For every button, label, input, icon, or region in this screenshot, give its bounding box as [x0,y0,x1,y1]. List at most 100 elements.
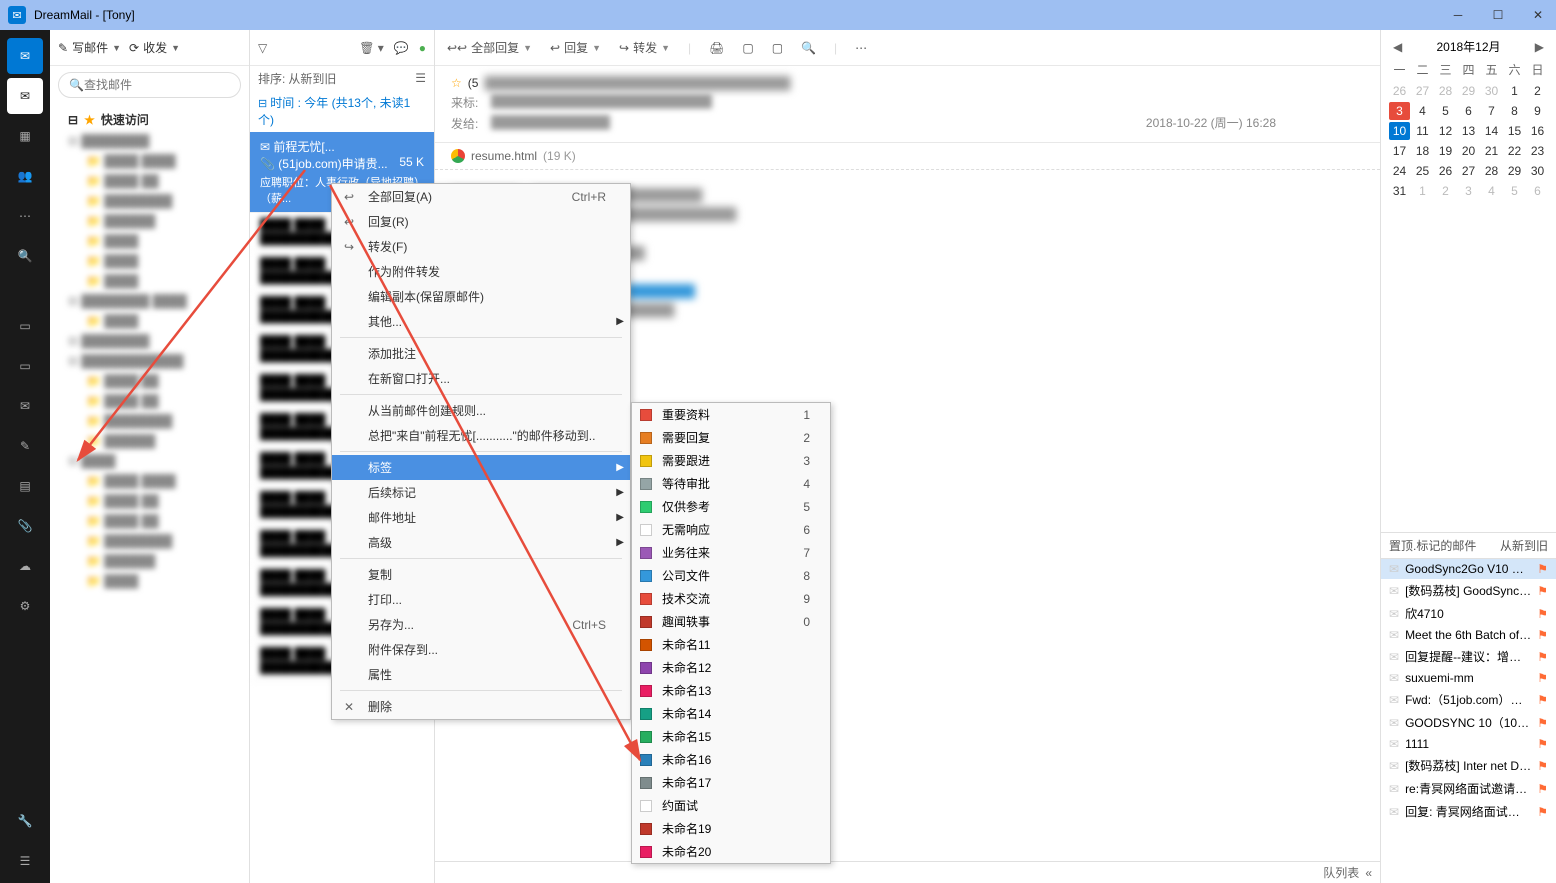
cal-day[interactable]: 29 [1504,162,1525,180]
cal-day[interactable]: 19 [1435,142,1456,160]
tag-item[interactable]: 仅供参考5 [632,495,830,518]
pinned-header-right[interactable]: 从新到旧 [1500,537,1548,554]
cal-day[interactable]: 4 [1481,182,1502,200]
cal-day[interactable]: 5 [1435,102,1456,120]
cal-day[interactable]: 12 [1435,122,1456,140]
sidebar-home-icon[interactable]: ✉ [7,38,43,74]
pinned-item[interactable]: ✉回复提醒--建议：增加 "邮...⚑ [1381,645,1556,668]
menu-item[interactable]: 其他...▶ [332,309,630,334]
cal-day[interactable]: 5 [1504,182,1525,200]
footer-queue-label[interactable]: 队列表 [1323,864,1359,881]
folder-item[interactable]: 📁 ████ [50,311,249,331]
sidebar-search-icon[interactable]: 🔍 [7,238,43,274]
view-toggle-icon[interactable]: ☰ [415,71,426,85]
cal-day[interactable]: 10 [1389,122,1410,140]
sidebar-attach-icon[interactable]: 📎 [7,508,43,544]
menu-item[interactable]: 标签▶ [332,455,630,480]
sidebar-mail-icon[interactable]: ✉ [7,78,43,114]
cal-day[interactable]: 27 [1458,162,1479,180]
folder-item[interactable]: 📁 ████ ██ [50,371,249,391]
menu-item[interactable]: ↩全部回复(A)Ctrl+R [332,184,630,209]
pinned-item[interactable]: ✉欣4710⚑ [1381,602,1556,625]
menu-item[interactable]: 复制 [332,562,630,587]
folder-item[interactable]: 📁 ████ ██ [50,171,249,191]
cal-day[interactable]: 15 [1504,122,1525,140]
folder-item[interactable]: 📁 ████ [50,271,249,291]
tag-item[interactable]: 未命名15 [632,725,830,748]
receive-button[interactable]: ⟳ 收发 ▼ [129,39,180,56]
close-button[interactable]: ✕ [1528,5,1548,25]
cal-day[interactable]: 13 [1458,122,1479,140]
tag-item[interactable]: 约面试 [632,794,830,817]
tag-item[interactable]: 未命名11 [632,633,830,656]
search-input[interactable] [84,78,239,92]
menu-item[interactable]: 作为附件转发 [332,259,630,284]
zoom-icon[interactable]: 🔍 [801,41,816,55]
tag-item[interactable]: 等待审批4 [632,472,830,495]
cal-day[interactable]: 26 [1435,162,1456,180]
menu-item[interactable]: 从当前邮件创建规则... [332,398,630,423]
cal-day[interactable]: 21 [1481,142,1502,160]
print-icon[interactable]: 🖨 [709,41,724,55]
time-group-header[interactable]: ⊟ 时间 : 今年 (共13个, 未读1个) [250,90,434,132]
folder-item[interactable]: 📁 ████████ [50,191,249,211]
cal-day[interactable]: 30 [1527,162,1548,180]
compose-button[interactable]: ✎ 写邮件 ▼ [58,39,121,56]
tag-item[interactable]: 未命名20 [632,840,830,863]
sidebar-tag-icon[interactable]: ▭ [7,308,43,344]
cal-day[interactable]: 1 [1504,82,1525,100]
pinned-item[interactable]: ✉Meet the 6th Batch of Ali...⚑ [1381,625,1556,645]
menu-item[interactable]: 添加批注 [332,341,630,366]
tool1-icon[interactable]: ▢ [742,41,753,55]
folder-item[interactable]: 📁 ████ ██ [50,511,249,531]
folder-item[interactable]: 📁 ████ [50,251,249,271]
pinned-item[interactable]: ✉1111⚑ [1381,734,1556,754]
tag-item[interactable]: 需要跟进3 [632,449,830,472]
folder-item[interactable]: 📁 ████████ [50,411,249,431]
cal-day[interactable]: 1 [1412,182,1433,200]
cal-day[interactable]: 22 [1504,142,1525,160]
cal-next-button[interactable]: ▶ [1531,40,1548,54]
cal-day[interactable]: 30 [1481,82,1502,100]
sidebar-calendar-icon[interactable]: ▦ [7,118,43,154]
folder-item[interactable]: 📁 ██████ [50,551,249,571]
tag-item[interactable]: 未命名14 [632,702,830,725]
folder-item[interactable]: 📁 ████ ████ [50,471,249,491]
folder-item[interactable]: 📁 ████ ██ [50,391,249,411]
sidebar-menu-icon[interactable]: ☰ [7,843,43,879]
forward-button[interactable]: ↪转发▼ [619,39,670,56]
folder-item[interactable]: 📁 ████ [50,571,249,591]
tag-item[interactable]: 技术交流9 [632,587,830,610]
cal-day[interactable]: 6 [1527,182,1548,200]
sidebar-more-icon[interactable]: ⋯ [7,198,43,234]
pinned-item[interactable]: ✉GOODSYNC 10（100%的...⚑ [1381,711,1556,734]
cal-day[interactable]: 3 [1458,182,1479,200]
pinned-item[interactable]: ✉[数码荔枝] Inter net Downl...⚑ [1381,754,1556,777]
folder-item[interactable]: ⊟ ████████ [50,331,249,351]
more-icon[interactable]: ⋯ [855,41,867,55]
tag-item[interactable]: 未命名13 [632,679,830,702]
cal-day[interactable]: 16 [1527,122,1548,140]
folder-item[interactable]: ⊟ ████ [50,451,249,471]
pinned-item[interactable]: ✉回复: 青冥网络面试邀请—...⚑ [1381,800,1556,823]
cal-day[interactable]: 26 [1389,82,1410,100]
filter-icon[interactable]: ▽ [258,41,267,55]
tag-item[interactable]: 未命名12 [632,656,830,679]
tag-item[interactable]: 重要资料1 [632,403,830,426]
cal-day[interactable]: 11 [1412,122,1433,140]
tool2-icon[interactable]: ▢ [772,41,783,55]
cal-day[interactable]: 25 [1412,162,1433,180]
tag-item[interactable]: 未命名19 [632,817,830,840]
menu-item[interactable]: 总把"来自"前程无忧[..........."的邮件移动到.. [332,423,630,448]
menu-item[interactable]: 打印... [332,587,630,612]
menu-item[interactable]: ↩回复(R) [332,209,630,234]
menu-item[interactable]: 另存为...Ctrl+S [332,612,630,637]
sidebar-contacts-icon[interactable]: 👥 [7,158,43,194]
tag-item[interactable]: 未命名17 [632,771,830,794]
tag-item[interactable]: 需要回复2 [632,426,830,449]
menu-item[interactable]: 邮件地址▶ [332,505,630,530]
menu-item[interactable]: ✕删除 [332,694,630,719]
cal-day[interactable]: 9 [1527,102,1548,120]
pinned-item[interactable]: ✉re:青冥网络面试邀请——收...⚑ [1381,777,1556,800]
sort-value[interactable]: 从新到旧 [288,70,336,87]
